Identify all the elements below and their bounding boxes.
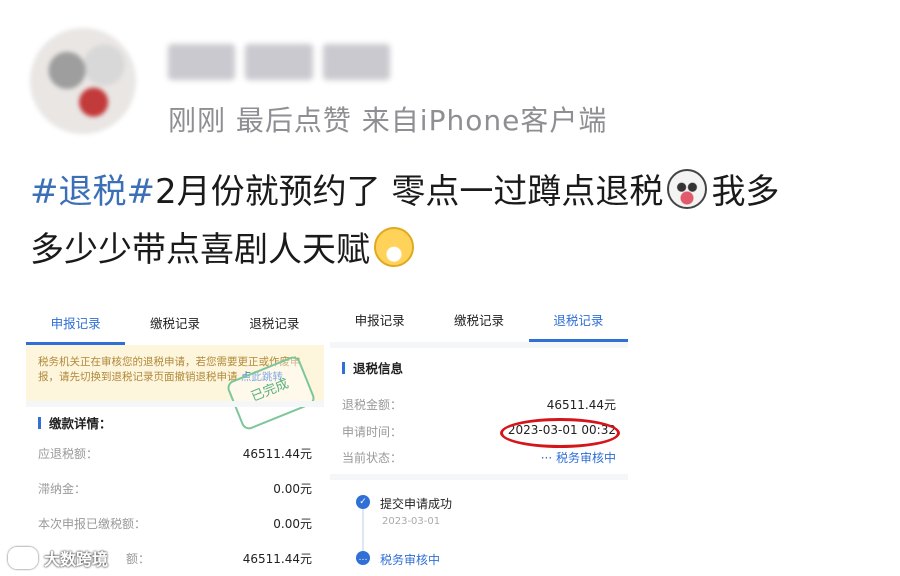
- check-icon: ✓: [356, 495, 370, 509]
- progress-icon: …: [356, 551, 370, 565]
- post-text-line1-tail: 我多: [711, 172, 780, 212]
- sep: [26, 401, 324, 407]
- row-value: 0.00元: [273, 482, 312, 496]
- row-label: 当前状态：: [342, 451, 403, 465]
- row-label: 退税金额：: [342, 398, 403, 412]
- screenshot-right[interactable]: 申报记录 缴税记录 退税记录 退税信息 退税金额： 46511.44元 申请时间…: [330, 302, 628, 576]
- row-value: 0.00元: [273, 517, 312, 531]
- watermark: 大数跨境: [8, 546, 108, 570]
- tab-refund-records[interactable]: 退税记录: [528, 302, 628, 342]
- row-value: 46511.44元: [242, 447, 312, 461]
- row-refund-amount: 退税金额： 46511.44元: [342, 396, 616, 416]
- row-label: 滞纳金：: [38, 482, 87, 496]
- row-value: 46511.44元: [242, 552, 312, 566]
- row-label: 本次申报已缴税额：: [38, 517, 147, 531]
- row-value[interactable]: ··· 税务审核中: [541, 449, 616, 466]
- section-title: 退税信息: [342, 358, 403, 377]
- row-refund-due: 应退税额： 46511.44元: [38, 445, 312, 465]
- tab-payment-records[interactable]: 缴税记录: [429, 302, 528, 342]
- username-block: [245, 44, 313, 80]
- timeline-step-label: 提交申请成功: [380, 497, 453, 511]
- tab-bar: 申报记录 缴税记录 退税记录: [330, 302, 628, 343]
- hashtag-link[interactable]: #退税#: [30, 172, 155, 212]
- watermark-text: 大数跨境: [44, 550, 109, 569]
- watermark-logo-icon: [8, 547, 38, 569]
- avatar[interactable]: [30, 28, 136, 134]
- post-meta: 刚刚 最后点赞 来自iPhone客户端: [168, 104, 608, 137]
- tab-bar: 申报记录 缴税记录 退税记录: [26, 305, 324, 346]
- tab-declaration-records[interactable]: 申报记录: [26, 305, 126, 345]
- username-block: [322, 44, 390, 80]
- tab-refund-records[interactable]: 退税记录: [225, 305, 324, 345]
- timeline-step-date: 2023-03-01: [382, 516, 441, 527]
- row-label: 应退税额：: [38, 447, 99, 461]
- dog-emoji-icon: [667, 169, 708, 209]
- sep: [330, 474, 628, 480]
- row-label: 额：: [126, 552, 151, 566]
- section-title: 缴款详情：: [38, 413, 112, 432]
- sep: [330, 342, 628, 348]
- tab-payment-records[interactable]: 缴税记录: [125, 305, 224, 345]
- username-block: [168, 44, 236, 80]
- row-paid-tax: 本次申报已缴税额： 0.00元: [38, 515, 312, 535]
- laugh-emoji-icon: [374, 227, 414, 267]
- post-text-line1: 2月份就预约了 零点一过蹲点退税: [154, 172, 664, 212]
- red-circle-highlight: [500, 418, 620, 448]
- row-label: 申请时间：: [342, 425, 403, 439]
- row-late-fee: 滞纳金： 0.00元: [38, 480, 312, 500]
- row-value: 46511.44元: [546, 398, 616, 412]
- screenshot-left[interactable]: 申报记录 缴税记录 退税记录 税务机关正在审核您的退税申请，若您需要更正或作废申…: [26, 305, 324, 576]
- post-text-line2: 多少少带点喜剧人天赋: [30, 230, 370, 270]
- username-blurred[interactable]: [168, 44, 390, 80]
- row-current-status: 当前状态： ··· 税务审核中: [342, 449, 616, 469]
- post-text: #退税#2月份就预约了 零点一过蹲点退税 我多 多少少带点喜剧人天赋: [30, 163, 890, 279]
- tab-declaration-records[interactable]: 申报记录: [330, 302, 429, 342]
- timeline-step-label: 税务审核中: [380, 553, 441, 567]
